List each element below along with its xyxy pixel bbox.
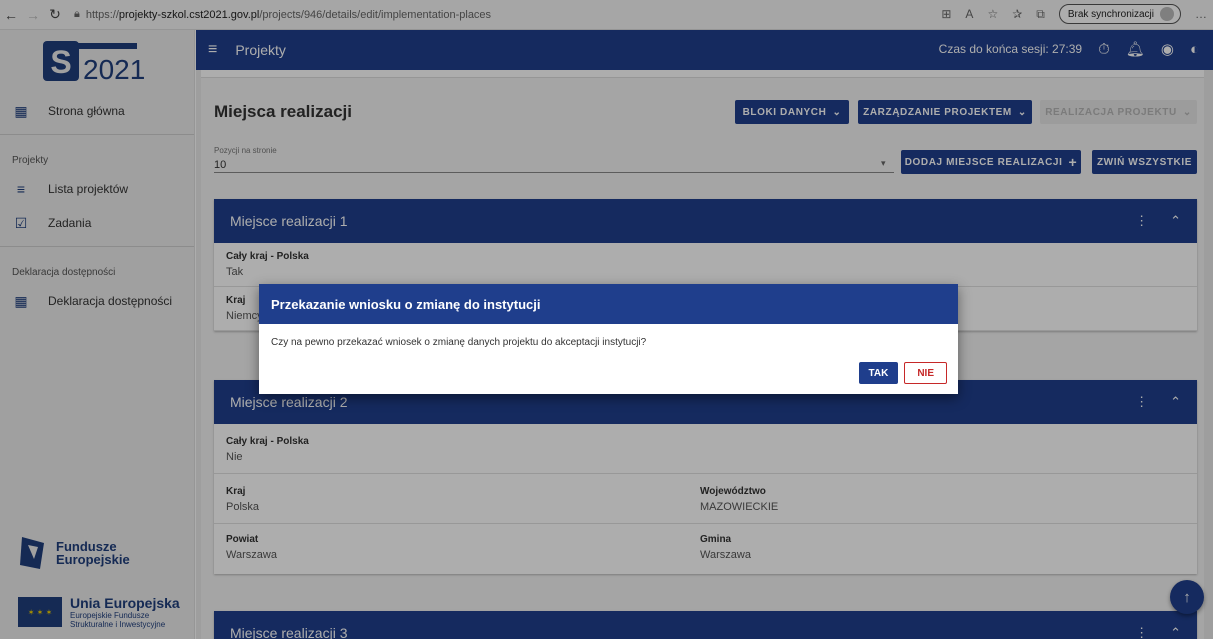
button-label: TAK bbox=[868, 367, 889, 379]
confirm-yes-button[interactable]: TAK bbox=[858, 362, 899, 384]
confirm-no-button[interactable]: NIE bbox=[904, 362, 947, 384]
dialog-message: Czy na pewno przekazać wniosek o zmianę … bbox=[271, 337, 647, 348]
button-label: NIE bbox=[917, 367, 934, 379]
confirm-dialog: Przekazanie wniosku o zmianę do instytuc… bbox=[259, 284, 958, 394]
dialog-title: Przekazanie wniosku o zmianę do instytuc… bbox=[259, 284, 958, 324]
